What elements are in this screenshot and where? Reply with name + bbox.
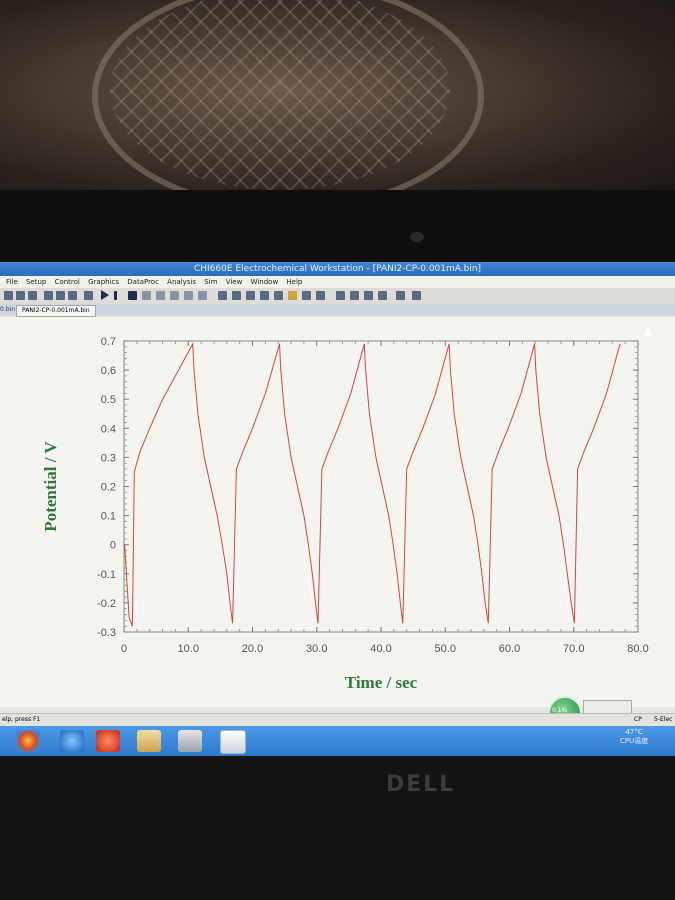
graph-icon[interactable] [84,291,93,300]
save-icon[interactable] [16,291,25,300]
x-tick-label: 10.0 [178,643,199,655]
color-icon[interactable] [288,291,297,300]
menu-window[interactable]: Window [251,276,279,288]
status-bar: elp, press F1 CP 5-Elec [0,713,675,726]
cpu-temperature: 47°C [625,728,643,736]
x-tick-label: 80.0 [627,643,648,655]
overlay-icon[interactable] [260,291,269,300]
chart: 0.7 0.6 0.5 0.4 0.3 0.2 0.1 0 -0.1 -0.2 -0.3 0 10.0 2… [41,336,649,692]
baseline-icon[interactable] [378,291,387,300]
y-tick-label: 0.3 [101,452,116,464]
document-tabs: 0.bin PANI2-CP-0.001mA.bin [0,304,675,317]
run-icon[interactable] [101,290,109,300]
integrate-icon[interactable] [364,291,373,300]
plot-area[interactable]: 0.7 0.6 0.5 0.4 0.3 0.2 0.1 0 -0.1 -0.2 -0.3 0 10.0 2… [0,317,675,707]
y-tick-label: -0.1 [97,569,116,581]
y-tick-label: 0.2 [101,482,116,494]
webcam-icon [410,232,424,242]
y-tick-label: 0.1 [101,511,116,523]
tab-active-file[interactable]: PANI2-CP-0.001mA.bin [16,305,96,317]
smooth-icon[interactable] [336,291,345,300]
window-title: CHI660E Electrochemical Workstation - [P… [0,262,675,276]
toolbar [0,288,675,305]
x-axis-label: Time / sec [345,673,418,692]
internet-explorer-icon[interactable] [60,730,84,752]
reverse-icon[interactable] [142,291,151,300]
x-tick-label: 20.0 [242,643,263,655]
media-player-icon[interactable] [96,730,120,752]
tab-previous[interactable]: 0.bin [0,304,15,316]
y-tick-label: 0.6 [101,365,116,377]
technique-icon[interactable] [56,291,65,300]
menu-file[interactable]: File [6,276,18,288]
help-icon[interactable] [412,291,421,300]
menu-sim[interactable]: Sim [204,276,217,288]
y-tick-label: 0.5 [101,394,116,406]
screen: CHI660E Electrochemical Workstation - [P… [0,262,675,756]
open-icon[interactable] [4,291,13,300]
gear-icon[interactable] [198,291,207,300]
filter-icon[interactable] [170,291,179,300]
zoom-icon[interactable] [232,291,241,300]
mouse-cursor-icon [643,327,653,336]
scale-icon[interactable] [246,291,255,300]
x-tick-label: 30.0 [306,643,327,655]
laptop-base [0,756,675,900]
cell-icon[interactable] [184,291,193,300]
cpu-temperature-label: CPU温度 [620,737,649,745]
graph-options-icon[interactable] [218,291,227,300]
app-icon[interactable] [178,730,202,752]
y-tick-label: 0 [110,540,116,552]
pause-icon[interactable] [114,291,117,300]
y-tick-label: 0.4 [101,423,116,435]
menu-analysis[interactable]: Analysis [167,276,196,288]
potential-curve [124,342,621,627]
y-tick-label: -0.2 [97,598,116,610]
taskbar: 47°C CPU温度 [0,726,675,756]
font-icon[interactable] [302,291,311,300]
y-tick-label: -0.3 [97,627,116,639]
calculator-icon[interactable] [396,291,405,300]
status-help-text: elp, press F1 [2,716,41,723]
y-tick-label: 0.7 [101,336,116,348]
dell-logo: DELL [386,772,456,797]
system-tray[interactable]: 47°C CPU温度 [620,728,648,746]
x-tick-label: 70.0 [563,643,584,655]
menu-bar: File Setup Control Graphics DataProc Ana… [0,276,675,288]
stop-icon[interactable] [128,291,137,300]
menu-control[interactable]: Control [55,276,80,288]
menu-setup[interactable]: Setup [26,276,46,288]
x-tick-label: 50.0 [435,643,456,655]
start-button-icon[interactable] [16,730,40,752]
menu-dataproc[interactable]: DataProc [127,276,159,288]
status-electrode: 5-Elec [654,716,673,723]
print-icon[interactable] [28,291,37,300]
x-tick-label: 60.0 [499,643,520,655]
menu-help[interactable]: Help [286,276,302,288]
folder-icon[interactable] [137,730,161,752]
chi-workstation-icon[interactable] [220,730,246,754]
parameters-icon[interactable] [68,291,77,300]
y-axis-label: Potential / V [41,441,60,532]
copy-icon[interactable] [316,291,325,300]
add-icon[interactable] [274,291,283,300]
menu-graphics[interactable]: Graphics [88,276,119,288]
menu-view[interactable]: View [226,276,243,288]
setup-icon[interactable] [44,291,53,300]
plot-frame [123,340,639,633]
ir-comp-icon[interactable] [156,291,165,300]
derivative-icon[interactable] [350,291,359,300]
x-tick-label: 0 [121,643,127,655]
x-tick-label: 40.0 [370,643,391,655]
status-mode: CP [634,716,642,723]
